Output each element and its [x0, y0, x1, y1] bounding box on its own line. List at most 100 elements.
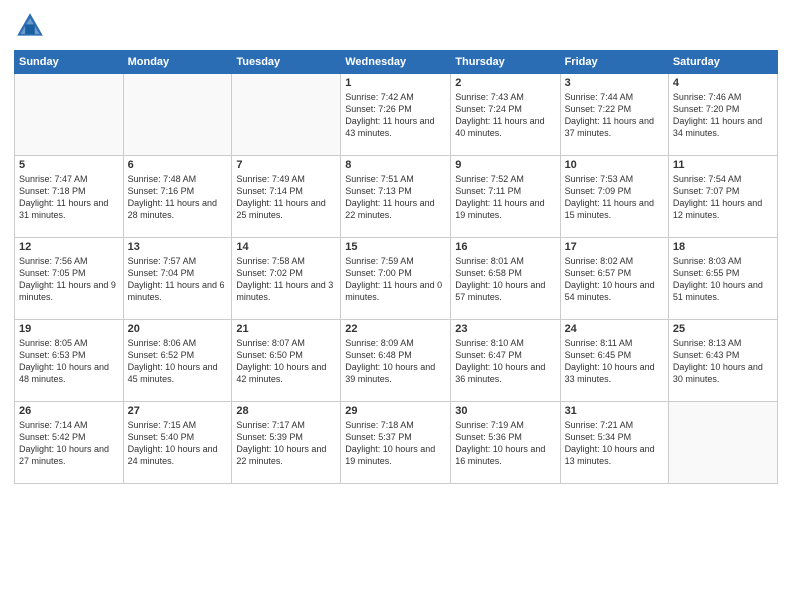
weekday-header-monday: Monday — [123, 51, 232, 74]
day-content: Sunrise: 8:06 AMSunset: 6:52 PMDaylight:… — [128, 337, 228, 386]
day-number: 8 — [345, 159, 446, 171]
day-content: Sunrise: 7:51 AMSunset: 7:13 PMDaylight:… — [345, 173, 446, 222]
day-content: Sunrise: 7:56 AMSunset: 7:05 PMDaylight:… — [19, 255, 119, 304]
day-content: Sunrise: 7:17 AMSunset: 5:39 PMDaylight:… — [236, 419, 336, 468]
calendar-cell: 7 Sunrise: 7:49 AMSunset: 7:14 PMDaylight… — [232, 156, 341, 238]
logo — [14, 10, 50, 42]
weekday-header-friday: Friday — [560, 51, 668, 74]
calendar-cell: 6 Sunrise: 7:48 AMSunset: 7:16 PMDaylight… — [123, 156, 232, 238]
calendar-cell: 25 Sunrise: 8:13 AMSunset: 6:43 PMDayligh… — [668, 320, 777, 402]
day-number: 30 — [455, 405, 555, 417]
day-content: Sunrise: 7:57 AMSunset: 7:04 PMDaylight:… — [128, 255, 228, 304]
day-number: 2 — [455, 77, 555, 89]
day-content: Sunrise: 7:52 AMSunset: 7:11 PMDaylight:… — [455, 173, 555, 222]
day-content: Sunrise: 7:46 AMSunset: 7:20 PMDaylight:… — [673, 91, 773, 140]
day-content: Sunrise: 8:02 AMSunset: 6:57 PMDaylight:… — [565, 255, 664, 304]
day-content: Sunrise: 8:13 AMSunset: 6:43 PMDaylight:… — [673, 337, 773, 386]
day-number: 28 — [236, 405, 336, 417]
day-content: Sunrise: 7:15 AMSunset: 5:40 PMDaylight:… — [128, 419, 228, 468]
day-number: 10 — [565, 159, 664, 171]
day-content: Sunrise: 7:59 AMSunset: 7:00 PMDaylight:… — [345, 255, 446, 304]
day-number: 14 — [236, 241, 336, 253]
day-number: 25 — [673, 323, 773, 335]
day-number: 17 — [565, 241, 664, 253]
calendar-cell: 18 Sunrise: 8:03 AMSunset: 6:55 PMDayligh… — [668, 238, 777, 320]
day-number: 22 — [345, 323, 446, 335]
day-number: 9 — [455, 159, 555, 171]
day-content: Sunrise: 7:21 AMSunset: 5:34 PMDaylight:… — [565, 419, 664, 468]
calendar-cell: 4Sunrise: 7:46 AMSunset: 7:20 PMDaylight… — [668, 74, 777, 156]
day-number: 31 — [565, 405, 664, 417]
day-content: Sunrise: 8:09 AMSunset: 6:48 PMDaylight:… — [345, 337, 446, 386]
calendar-cell: 15Sunrise: 7:59 AMSunset: 7:00 PMDayligh… — [341, 238, 451, 320]
day-content: Sunrise: 7:53 AMSunset: 7:09 PMDaylight:… — [565, 173, 664, 222]
calendar-cell: 28 Sunrise: 7:17 AMSunset: 5:39 PMDayligh… — [232, 402, 341, 484]
day-content: Sunrise: 8:03 AMSunset: 6:55 PMDaylight:… — [673, 255, 773, 304]
weekday-header-wednesday: Wednesday — [341, 51, 451, 74]
calendar-cell: 21Sunrise: 8:07 AMSunset: 6:50 PMDayligh… — [232, 320, 341, 402]
weekday-header-saturday: Saturday — [668, 51, 777, 74]
calendar-cell: 1 Sunrise: 7:42 AMSunset: 7:26 PMDaylight… — [341, 74, 451, 156]
calendar-cell: 26Sunrise: 7:14 AMSunset: 5:42 PMDayligh… — [15, 402, 124, 484]
calendar-cell: 5 Sunrise: 7:47 AMSunset: 7:18 PMDaylight… — [15, 156, 124, 238]
calendar-week-row: 26Sunrise: 7:14 AMSunset: 5:42 PMDayligh… — [15, 402, 778, 484]
weekday-header-sunday: Sunday — [15, 51, 124, 74]
calendar-week-row: 12 Sunrise: 7:56 AMSunset: 7:05 PMDayligh… — [15, 238, 778, 320]
day-content: Sunrise: 8:11 AMSunset: 6:45 PMDaylight:… — [565, 337, 664, 386]
day-number: 19 — [19, 323, 119, 335]
day-content: Sunrise: 7:14 AMSunset: 5:42 PMDaylight:… — [19, 419, 119, 468]
day-number: 21 — [236, 323, 336, 335]
weekday-header-thursday: Thursday — [451, 51, 560, 74]
calendar-cell: 30 Sunrise: 7:19 AMSunset: 5:36 PMDayligh… — [451, 402, 560, 484]
day-content: Sunrise: 7:48 AMSunset: 7:16 PMDaylight:… — [128, 173, 228, 222]
day-content: Sunrise: 7:43 AMSunset: 7:24 PMDaylight:… — [455, 91, 555, 140]
page-header — [14, 10, 778, 42]
calendar-body: 1 Sunrise: 7:42 AMSunset: 7:26 PMDaylight… — [15, 74, 778, 484]
page-container: SundayMondayTuesdayWednesdayThursdayFrid… — [0, 0, 792, 492]
calendar-cell: 12 Sunrise: 7:56 AMSunset: 7:05 PMDayligh… — [15, 238, 124, 320]
calendar-cell: 9 Sunrise: 7:52 AMSunset: 7:11 PMDaylight… — [451, 156, 560, 238]
day-content: Sunrise: 8:01 AMSunset: 6:58 PMDaylight:… — [455, 255, 555, 304]
calendar-cell: 2 Sunrise: 7:43 AMSunset: 7:24 PMDaylight… — [451, 74, 560, 156]
day-number: 3 — [565, 77, 664, 89]
calendar-cell: 17 Sunrise: 8:02 AMSunset: 6:57 PMDayligh… — [560, 238, 668, 320]
logo-icon — [14, 10, 46, 42]
day-content: Sunrise: 7:54 AMSunset: 7:07 PMDaylight:… — [673, 173, 773, 222]
calendar-cell: 22 Sunrise: 8:09 AMSunset: 6:48 PMDayligh… — [341, 320, 451, 402]
calendar-cell: 19Sunrise: 8:05 AMSunset: 6:53 PMDayligh… — [15, 320, 124, 402]
calendar-cell: 11Sunrise: 7:54 AMSunset: 7:07 PMDayligh… — [668, 156, 777, 238]
day-content: Sunrise: 8:10 AMSunset: 6:47 PMDaylight:… — [455, 337, 555, 386]
day-number: 7 — [236, 159, 336, 171]
calendar-cell: 20Sunrise: 8:06 AMSunset: 6:52 PMDayligh… — [123, 320, 232, 402]
calendar-cell: 3 Sunrise: 7:44 AMSunset: 7:22 PMDaylight… — [560, 74, 668, 156]
day-content: Sunrise: 7:58 AMSunset: 7:02 PMDaylight:… — [236, 255, 336, 304]
calendar-cell: 29 Sunrise: 7:18 AMSunset: 5:37 PMDayligh… — [341, 402, 451, 484]
day-content: Sunrise: 7:49 AMSunset: 7:14 PMDaylight:… — [236, 173, 336, 222]
day-content: Sunrise: 7:47 AMSunset: 7:18 PMDaylight:… — [19, 173, 119, 222]
calendar-header: SundayMondayTuesdayWednesdayThursdayFrid… — [15, 51, 778, 74]
calendar-week-row: 5 Sunrise: 7:47 AMSunset: 7:18 PMDaylight… — [15, 156, 778, 238]
calendar-cell: 13Sunrise: 7:57 AMSunset: 7:04 PMDayligh… — [123, 238, 232, 320]
day-content: Sunrise: 7:44 AMSunset: 7:22 PMDaylight:… — [565, 91, 664, 140]
day-content: Sunrise: 7:42 AMSunset: 7:26 PMDaylight:… — [345, 91, 446, 140]
day-number: 5 — [19, 159, 119, 171]
day-content: Sunrise: 7:18 AMSunset: 5:37 PMDaylight:… — [345, 419, 446, 468]
day-number: 18 — [673, 241, 773, 253]
calendar-cell: 14 Sunrise: 7:58 AMSunset: 7:02 PMDayligh… — [232, 238, 341, 320]
calendar-cell — [668, 402, 777, 484]
day-number: 16 — [455, 241, 555, 253]
calendar-week-row: 1 Sunrise: 7:42 AMSunset: 7:26 PMDaylight… — [15, 74, 778, 156]
calendar-cell — [15, 74, 124, 156]
calendar-cell: 24 Sunrise: 8:11 AMSunset: 6:45 PMDayligh… — [560, 320, 668, 402]
calendar-cell: 31 Sunrise: 7:21 AMSunset: 5:34 PMDayligh… — [560, 402, 668, 484]
weekday-header-tuesday: Tuesday — [232, 51, 341, 74]
day-number: 29 — [345, 405, 446, 417]
calendar-cell — [123, 74, 232, 156]
day-number: 27 — [128, 405, 228, 417]
day-number: 24 — [565, 323, 664, 335]
day-number: 6 — [128, 159, 228, 171]
day-content: Sunrise: 7:19 AMSunset: 5:36 PMDaylight:… — [455, 419, 555, 468]
day-number: 1 — [345, 77, 446, 89]
calendar-cell: 10 Sunrise: 7:53 AMSunset: 7:09 PMDayligh… — [560, 156, 668, 238]
day-number: 12 — [19, 241, 119, 253]
